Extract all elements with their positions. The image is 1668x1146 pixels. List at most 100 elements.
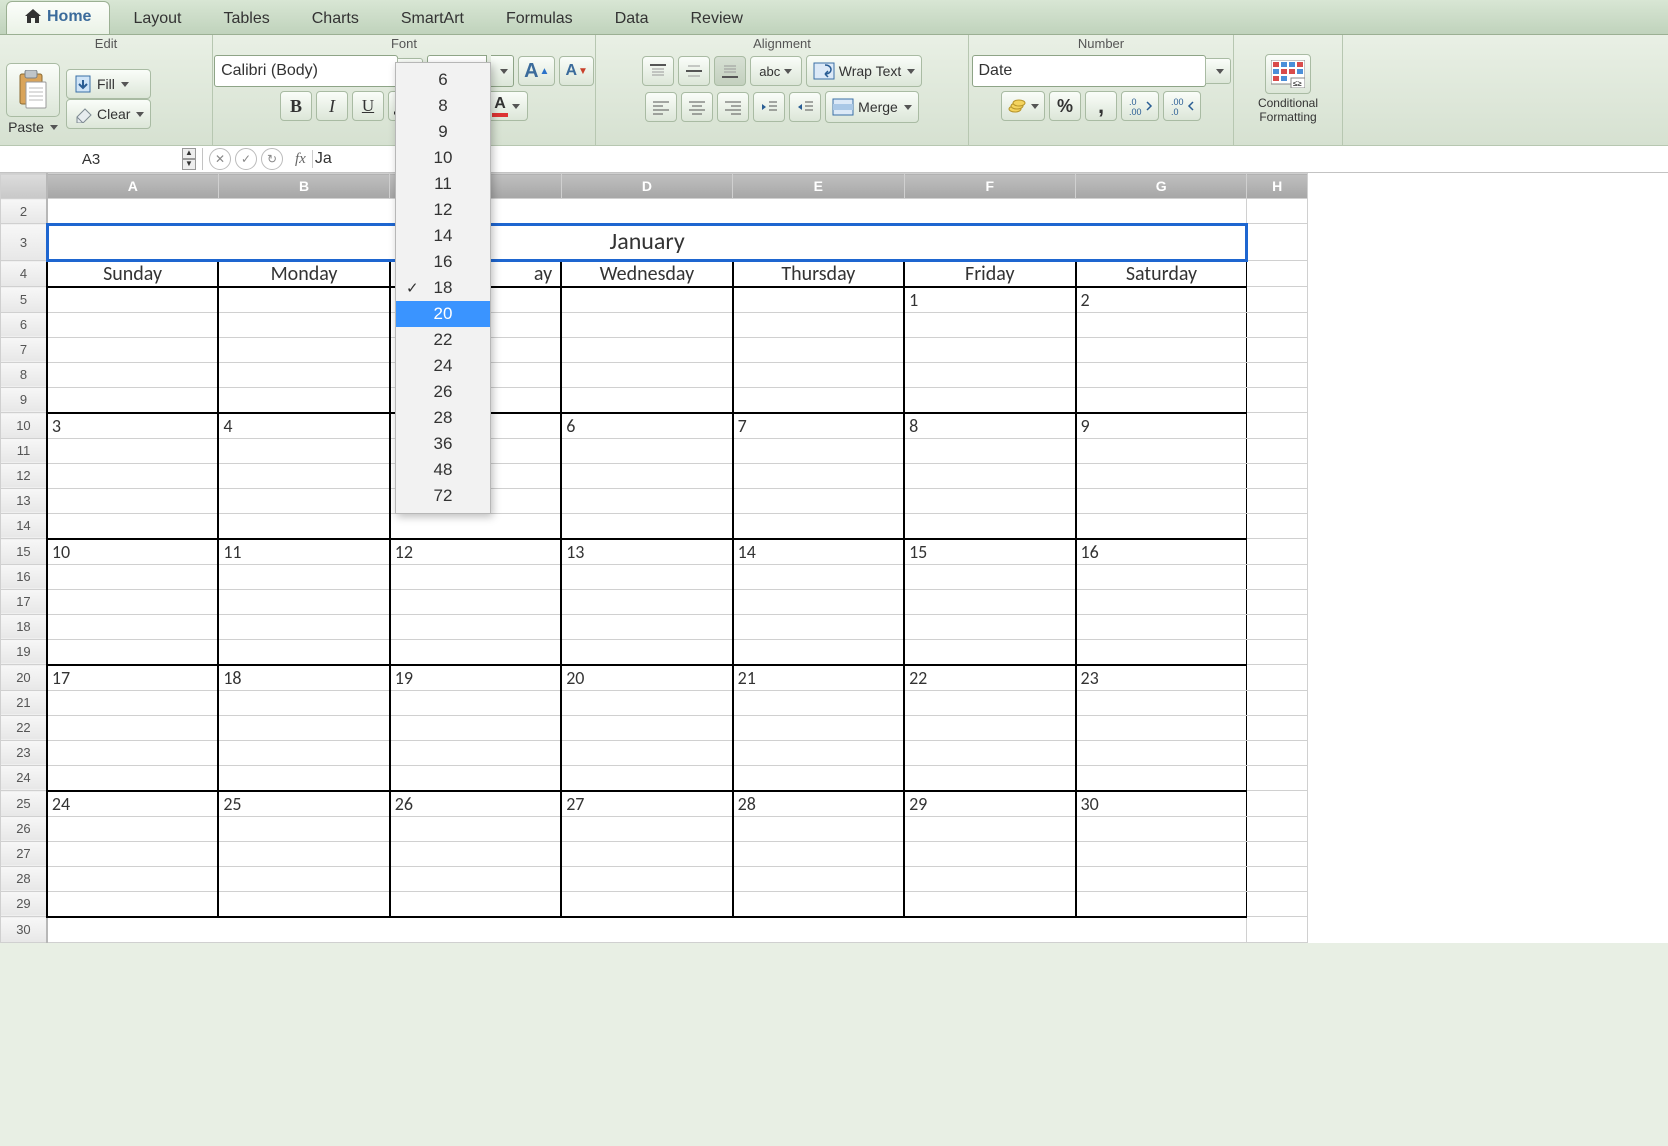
row-header[interactable]: 5 bbox=[1, 287, 47, 313]
font-size-option[interactable]: 26 bbox=[396, 379, 490, 405]
font-name-combo[interactable]: Calibri (Body) bbox=[214, 55, 398, 87]
row-header[interactable]: 3 bbox=[1, 224, 47, 261]
number-format-combo[interactable]: Date bbox=[972, 55, 1206, 87]
font-size-caret[interactable] bbox=[491, 55, 514, 87]
col-header-H[interactable]: H bbox=[1247, 174, 1308, 199]
month-title-cell[interactable]: January bbox=[47, 224, 1247, 261]
underline-button[interactable]: U bbox=[352, 91, 384, 121]
row-header[interactable]: 22 bbox=[1, 715, 47, 740]
col-header-A[interactable]: A bbox=[47, 174, 218, 199]
calendar-cell[interactable]: 11 bbox=[218, 539, 389, 565]
calendar-cell[interactable]: 28 bbox=[733, 791, 904, 817]
day-header[interactable]: Saturday bbox=[1076, 261, 1247, 287]
font-size-option[interactable]: 11 bbox=[396, 171, 490, 197]
font-size-option[interactable]: 12 bbox=[396, 197, 490, 223]
font-size-dropdown[interactable]: 6891011121416✓182022242628364872 bbox=[395, 62, 491, 514]
fx-history-button[interactable]: ↻ bbox=[261, 148, 283, 170]
day-header[interactable]: Friday bbox=[904, 261, 1075, 287]
col-header-G[interactable]: G bbox=[1076, 174, 1247, 199]
tab-smartart[interactable]: SmartArt bbox=[382, 3, 483, 34]
calendar-cell[interactable]: 17 bbox=[47, 665, 218, 691]
row-header[interactable]: 6 bbox=[1, 312, 47, 337]
calendar-cell[interactable]: 29 bbox=[904, 791, 1075, 817]
wrap-text-button[interactable]: Wrap Text bbox=[806, 55, 923, 87]
tab-formulas[interactable]: Formulas bbox=[487, 3, 592, 34]
row-header[interactable]: 15 bbox=[1, 539, 47, 565]
calendar-cell[interactable]: 14 bbox=[733, 539, 904, 565]
number-format-caret[interactable] bbox=[1205, 58, 1231, 84]
tab-home[interactable]: Home bbox=[6, 1, 110, 34]
font-size-option[interactable]: 24 bbox=[396, 353, 490, 379]
row-header[interactable]: 26 bbox=[1, 816, 47, 841]
calendar-cell[interactable]: 8 bbox=[904, 413, 1075, 439]
font-size-option[interactable]: 72 bbox=[396, 483, 490, 509]
row-header[interactable]: 24 bbox=[1, 765, 47, 791]
align-top-button[interactable] bbox=[642, 56, 674, 86]
row-header[interactable]: 2 bbox=[1, 199, 47, 224]
calendar-cell[interactable]: 30 bbox=[1076, 791, 1247, 817]
align-middle-button[interactable] bbox=[678, 56, 710, 86]
font-size-option[interactable]: 14 bbox=[396, 223, 490, 249]
name-box-stepper[interactable]: ▲▼ bbox=[182, 148, 196, 170]
row-header[interactable]: 4 bbox=[1, 261, 47, 287]
day-header[interactable]: Monday bbox=[218, 261, 389, 287]
font-size-option[interactable]: 6 bbox=[396, 67, 490, 93]
row-header[interactable]: 27 bbox=[1, 841, 47, 866]
row-header[interactable]: 13 bbox=[1, 488, 47, 513]
col-header-F[interactable]: F bbox=[904, 174, 1075, 199]
decrease-decimal-button[interactable]: .00.0 bbox=[1163, 91, 1201, 121]
calendar-cell[interactable]: 16 bbox=[1076, 539, 1247, 565]
tab-review[interactable]: Review bbox=[671, 3, 761, 34]
row-header[interactable]: 29 bbox=[1, 891, 47, 917]
calendar-cell[interactable]: 20 bbox=[561, 665, 732, 691]
italic-button[interactable]: I bbox=[316, 91, 348, 121]
row-header[interactable]: 10 bbox=[1, 413, 47, 439]
name-box[interactable]: A3 ▲▼ bbox=[0, 148, 203, 170]
bold-button[interactable]: B bbox=[280, 91, 312, 121]
font-size-option[interactable]: 8 bbox=[396, 93, 490, 119]
row-header[interactable]: 14 bbox=[1, 513, 47, 539]
font-size-option[interactable]: 16 bbox=[396, 249, 490, 275]
orientation-button[interactable]: abc bbox=[750, 56, 802, 86]
paste-split[interactable]: Paste bbox=[8, 119, 58, 135]
row-header[interactable]: 25 bbox=[1, 791, 47, 817]
font-size-option[interactable]: 9 bbox=[396, 119, 490, 145]
cancel-formula-button[interactable]: ✕ bbox=[209, 148, 231, 170]
row-header[interactable]: 12 bbox=[1, 463, 47, 488]
calendar-cell[interactable] bbox=[561, 287, 732, 313]
font-size-option[interactable]: 22 bbox=[396, 327, 490, 353]
tab-charts[interactable]: Charts bbox=[293, 3, 378, 34]
calendar-cell[interactable]: 21 bbox=[733, 665, 904, 691]
row-header[interactable]: 9 bbox=[1, 387, 47, 413]
calendar-cell[interactable]: 18 bbox=[218, 665, 389, 691]
fill-button[interactable]: Fill bbox=[66, 69, 151, 99]
paste-button[interactable] bbox=[6, 63, 60, 117]
spreadsheet[interactable]: A B C D E F G H 2 3January 4 Sunday Mond… bbox=[0, 173, 1668, 943]
calendar-cell[interactable]: 13 bbox=[561, 539, 732, 565]
shrink-font-button[interactable]: A▼ bbox=[559, 56, 593, 86]
row-header[interactable]: 11 bbox=[1, 438, 47, 463]
align-right-button[interactable] bbox=[717, 92, 749, 122]
grow-font-button[interactable]: A▲ bbox=[518, 56, 555, 86]
day-header[interactable]: Sunday bbox=[47, 261, 218, 287]
percent-button[interactable]: % bbox=[1049, 91, 1081, 121]
row-header[interactable]: 20 bbox=[1, 665, 47, 691]
row-header[interactable]: 23 bbox=[1, 740, 47, 765]
calendar-cell[interactable]: 1 bbox=[904, 287, 1075, 313]
calendar-cell[interactable]: 7 bbox=[733, 413, 904, 439]
col-header-D[interactable]: D bbox=[561, 174, 732, 199]
column-headers[interactable]: A B C D E F G H bbox=[1, 174, 1308, 199]
font-size-option[interactable]: ✓18 bbox=[396, 275, 490, 301]
row-header[interactable]: 19 bbox=[1, 639, 47, 665]
day-header[interactable]: Wednesday bbox=[561, 261, 732, 287]
font-size-option[interactable]: 28 bbox=[396, 405, 490, 431]
calendar-cell[interactable]: 10 bbox=[47, 539, 218, 565]
row-header[interactable]: 18 bbox=[1, 614, 47, 639]
calendar-cell[interactable]: 15 bbox=[904, 539, 1075, 565]
calendar-cell[interactable]: 24 bbox=[47, 791, 218, 817]
calendar-cell[interactable]: 2 bbox=[1076, 287, 1247, 313]
day-header[interactable]: Thursday bbox=[733, 261, 904, 287]
row-header[interactable]: 28 bbox=[1, 866, 47, 891]
align-bottom-button[interactable] bbox=[714, 56, 746, 86]
decrease-indent-button[interactable] bbox=[753, 92, 785, 122]
